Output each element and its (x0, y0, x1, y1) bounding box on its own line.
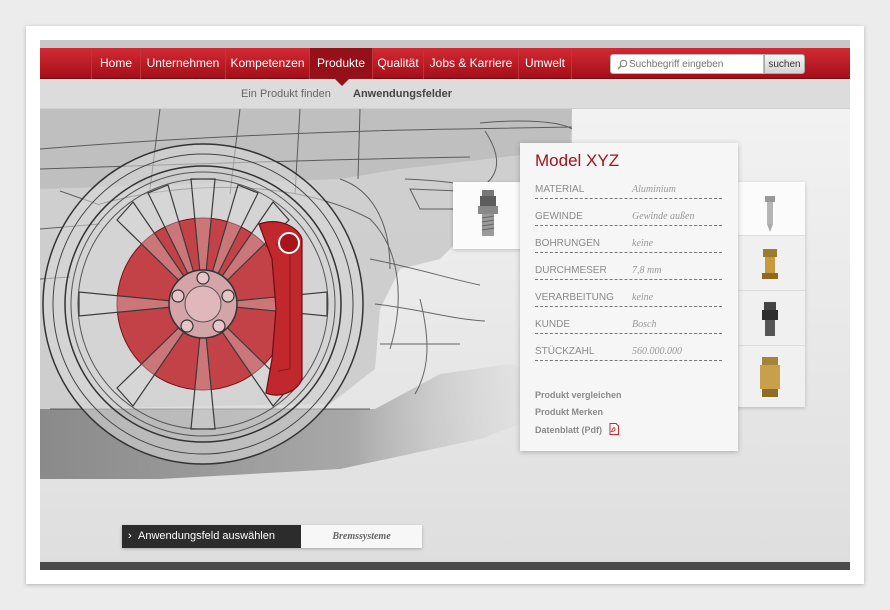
variant-part-image (762, 249, 778, 279)
top-gray-bar (40, 40, 850, 48)
product-info-card: Model XYZ MATERIAL Aluminium GEWINDE Gew… (520, 143, 738, 451)
sub-navigation: Ein Produkt finden Anwendungsfelder (40, 80, 850, 109)
pdf-icon (609, 423, 619, 435)
nav-item-kompetenzen[interactable]: Kompetenzen (226, 48, 310, 79)
select-application-field-button[interactable]: › Anwendungsfeld auswählen (122, 525, 301, 548)
spec-key: BOHRUNGEN (535, 238, 601, 249)
variant-part-image (762, 302, 778, 336)
variant-thumbnail[interactable] (735, 292, 805, 346)
spec-value: Bosch (632, 319, 657, 330)
spec-row-stueckzahl: STÜCKZAHL 560.000.000 (535, 345, 722, 361)
nav-item-jobs-karriere[interactable]: Jobs & Karriere (424, 48, 519, 79)
spec-value: Aluminium (632, 184, 676, 195)
spec-value: 560.000.000 (632, 346, 682, 357)
search-input[interactable] (610, 54, 764, 74)
nav-item-qualitaet[interactable]: Qualität (373, 48, 424, 79)
datasheet-pdf-link[interactable]: Datenblatt (Pdf) (535, 423, 620, 435)
select-application-field-label: Anwendungsfeld auswählen (138, 530, 275, 542)
datasheet-link-label: Datenblatt (Pdf) (535, 425, 602, 435)
search-button[interactable]: suchen (764, 54, 805, 74)
selected-product-thumbnail[interactable] (453, 182, 523, 249)
spec-row-verarbeitung: VERARBEITUNG keine (535, 291, 722, 307)
spec-row-material: MATERIAL Aluminium (535, 183, 722, 199)
spec-row-bohrungen: BOHRUNGEN keine (535, 237, 722, 253)
spec-key: STÜCKZAHL (535, 346, 595, 357)
nav-item-produkte[interactable]: Produkte (310, 48, 373, 79)
footer-strip (40, 562, 850, 570)
spec-key: VERARBEITUNG (535, 292, 614, 303)
spec-key: KUNDE (535, 319, 571, 330)
variant-thumbnail[interactable] (735, 237, 805, 291)
subnav-item-anwendungsfelder[interactable]: Anwendungsfelder (353, 80, 452, 109)
site-viewport: Home Unternehmen Kompetenzen Produkte Qu… (40, 40, 850, 570)
spec-value: keine (632, 238, 654, 249)
variant-part-image (765, 196, 775, 232)
application-field-selector: › Anwendungsfeld auswählen Bremssysteme (122, 525, 422, 548)
nav-item-home[interactable]: Home (91, 48, 141, 79)
search-icon (617, 59, 628, 70)
nav-item-umwelt[interactable]: Umwelt (519, 48, 572, 79)
spec-row-gewinde: GEWINDE Gewinde außen (535, 210, 722, 226)
compare-product-link[interactable]: Produkt vergleichen (535, 390, 622, 400)
spec-value: 7,8 mm (632, 265, 662, 276)
product-part-image (478, 190, 498, 236)
spec-row-kunde: KUNDE Bosch (535, 318, 722, 334)
spec-value: keine (632, 292, 654, 303)
spec-key: DURCHMESER (535, 265, 607, 276)
variant-thumbnail[interactable] (735, 347, 805, 407)
spec-key: MATERIAL (535, 184, 585, 195)
subnav-item-produkt-finden[interactable]: Ein Produkt finden (241, 80, 331, 109)
spec-key: GEWINDE (535, 211, 583, 222)
spec-value: Gewinde außen (632, 211, 695, 222)
selected-application-field: Bremssysteme (301, 525, 422, 548)
variant-thumbnail[interactable] (735, 182, 805, 236)
nav-item-unternehmen[interactable]: Unternehmen (141, 48, 226, 79)
variant-part-image (760, 357, 780, 397)
chevron-right-icon: › (128, 530, 132, 542)
product-title: Model XYZ (535, 151, 620, 170)
spec-row-durchmesser: DURCHMESER 7,8 mm (535, 264, 722, 280)
product-variant-strip (735, 182, 805, 407)
bookmark-product-link[interactable]: Produkt Merken (535, 407, 603, 417)
active-nav-indicator (335, 79, 349, 86)
